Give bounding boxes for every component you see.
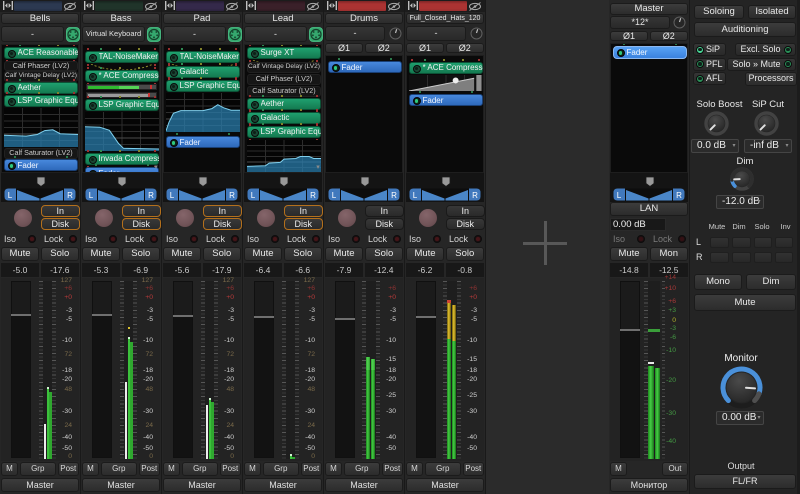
svg-text:R: R	[676, 191, 682, 200]
svg-text:L: L	[170, 191, 175, 200]
svg-text:L: L	[251, 191, 256, 200]
svg-text:L: L	[617, 191, 622, 200]
svg-text:L: L	[89, 191, 94, 200]
svg-text:R: R	[310, 191, 316, 200]
svg-text:R: R	[472, 191, 478, 200]
svg-text:L: L	[413, 191, 418, 200]
svg-text:L: L	[332, 191, 337, 200]
svg-text:R: R	[148, 191, 154, 200]
svg-text:R: R	[391, 191, 397, 200]
svg-text:R: R	[229, 191, 235, 200]
svg-text:R: R	[67, 191, 73, 200]
svg-text:L: L	[8, 191, 13, 200]
